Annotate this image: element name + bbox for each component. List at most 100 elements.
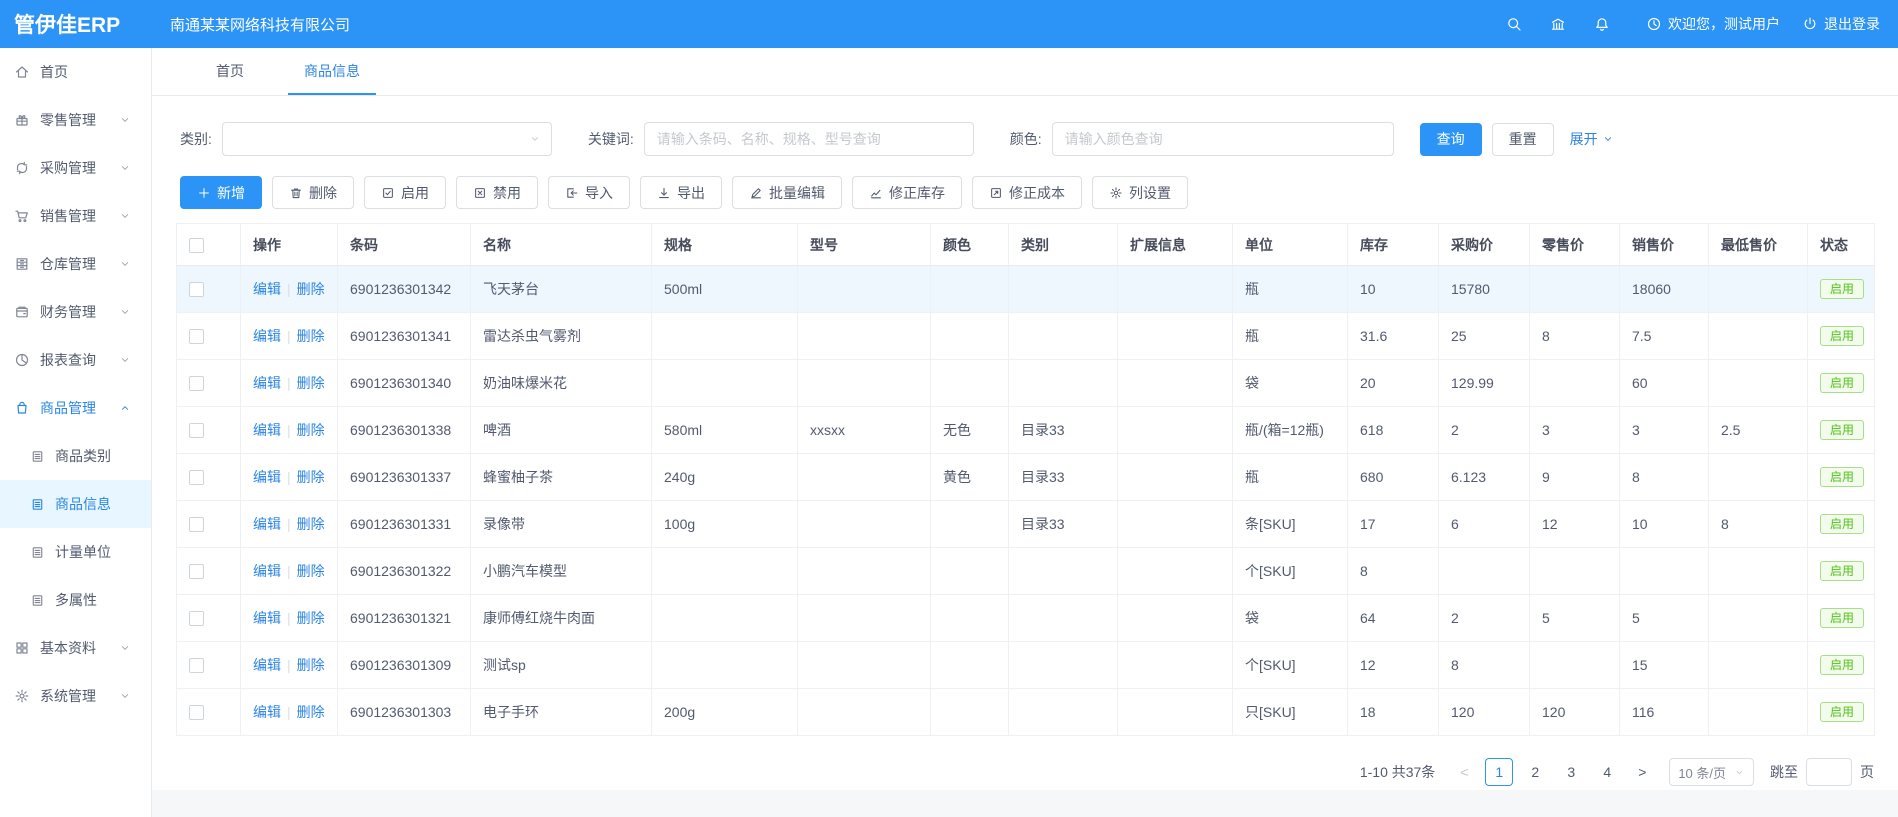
- row-checkbox[interactable]: [189, 470, 204, 485]
- chevron-down-icon: [119, 354, 131, 366]
- notification-bell-icon[interactable]: [1580, 0, 1624, 48]
- edit-link[interactable]: 编辑: [253, 469, 281, 485]
- edit-link[interactable]: 编辑: [253, 422, 281, 438]
- expand-toggle[interactable]: 展开: [1570, 129, 1614, 149]
- platform-icon[interactable]: [1536, 0, 1580, 48]
- chevron-down-icon: [119, 210, 131, 222]
- delete-link[interactable]: 删除: [297, 422, 325, 438]
- sidebar-item-3[interactable]: 销售管理: [0, 192, 151, 240]
- toolbar-button-5[interactable]: 导出: [640, 176, 722, 209]
- sidebar-item-0[interactable]: 首页: [0, 48, 151, 96]
- col-header: 规格: [652, 224, 798, 266]
- delete-link[interactable]: 删除: [297, 469, 325, 485]
- edit-link[interactable]: 编辑: [253, 704, 281, 720]
- delete-link[interactable]: 删除: [297, 657, 325, 673]
- table-row: 编辑|删除6901236301340奶油味爆米花袋20129.9960启用: [177, 360, 1875, 407]
- sidebar-subitem-7-3[interactable]: 多属性: [0, 576, 151, 624]
- page-number-2[interactable]: 2: [1521, 758, 1549, 786]
- row-checkbox[interactable]: [189, 282, 204, 297]
- prev-page-button[interactable]: <: [1451, 758, 1477, 786]
- delete-link[interactable]: 删除: [297, 328, 325, 344]
- edit-link[interactable]: 编辑: [253, 610, 281, 626]
- row-checkbox[interactable]: [189, 705, 204, 720]
- jump-page-input[interactable]: [1806, 758, 1852, 786]
- cell-purchase: 6: [1439, 501, 1530, 548]
- toolbar-button-3[interactable]: 禁用: [456, 176, 538, 209]
- cell-barcode: 6901236301338: [338, 407, 471, 454]
- page-number-4[interactable]: 4: [1593, 758, 1621, 786]
- welcome-user[interactable]: 欢迎您，测试用户: [1646, 14, 1780, 34]
- sidebar-item-1[interactable]: 零售管理: [0, 96, 151, 144]
- sidebar-item-6[interactable]: 报表查询: [0, 336, 151, 384]
- page-size-select[interactable]: 10 条/页: [1669, 758, 1754, 786]
- delete-link[interactable]: 删除: [297, 563, 325, 579]
- category-select[interactable]: [222, 122, 552, 156]
- delete-link[interactable]: 删除: [297, 281, 325, 297]
- edit-link[interactable]: 编辑: [253, 657, 281, 673]
- sidebar-subitem-7-0[interactable]: 商品类别: [0, 432, 151, 480]
- row-checkbox[interactable]: [189, 423, 204, 438]
- sidebar-subitem-7-2[interactable]: 计量单位: [0, 528, 151, 576]
- delete-link[interactable]: 删除: [297, 375, 325, 391]
- cell-purchase: 15780: [1439, 266, 1530, 313]
- chevron-down-icon: [529, 133, 541, 145]
- pagination-total: 1-10 共37条: [1360, 762, 1435, 782]
- cell-spec: 500ml: [652, 266, 798, 313]
- delete-link[interactable]: 删除: [297, 516, 325, 532]
- color-input[interactable]: [1052, 122, 1394, 156]
- search-button[interactable]: 查询: [1420, 123, 1482, 156]
- report-icon: [14, 352, 30, 368]
- cell-model: [798, 360, 931, 407]
- row-checkbox[interactable]: [189, 564, 204, 579]
- search-icon[interactable]: [1492, 0, 1536, 48]
- next-page-button[interactable]: >: [1629, 758, 1655, 786]
- cell-retail: 9: [1530, 454, 1620, 501]
- sidebar-item-8[interactable]: 基本资料: [0, 624, 151, 672]
- edit-link[interactable]: 编辑: [253, 516, 281, 532]
- cell-color: [931, 501, 1009, 548]
- tab-0[interactable]: 首页: [200, 48, 260, 95]
- tab-1[interactable]: 商品信息: [288, 48, 376, 95]
- sidebar-subitem-7-1[interactable]: 商品信息: [0, 480, 151, 528]
- toolbar-button-6[interactable]: 批量编辑: [732, 176, 842, 209]
- add-button[interactable]: 新增: [180, 176, 262, 209]
- sidebar-item-9[interactable]: 系统管理: [0, 672, 151, 720]
- cell-color: [931, 266, 1009, 313]
- page-number-1[interactable]: 1: [1485, 758, 1513, 786]
- keyword-input[interactable]: [644, 122, 974, 156]
- sidebar-item-7[interactable]: 商品管理: [0, 384, 151, 432]
- sidebar-item-2[interactable]: 采购管理: [0, 144, 151, 192]
- cell-retail: [1530, 266, 1620, 313]
- edit-link[interactable]: 编辑: [253, 375, 281, 391]
- edit-link[interactable]: 编辑: [253, 281, 281, 297]
- row-checkbox[interactable]: [189, 611, 204, 626]
- reset-button[interactable]: 重置: [1492, 123, 1554, 156]
- delete-link[interactable]: 删除: [297, 610, 325, 626]
- select-all-header: [177, 224, 241, 266]
- toolbar-button-1[interactable]: 删除: [272, 176, 354, 209]
- edit-link[interactable]: 编辑: [253, 563, 281, 579]
- sidebar-item-label: 商品管理: [40, 398, 96, 418]
- edit-link[interactable]: 编辑: [253, 328, 281, 344]
- columns-icon: [1109, 186, 1123, 200]
- cell-spec: [652, 548, 798, 595]
- sidebar-item-4[interactable]: 仓库管理: [0, 240, 151, 288]
- row-checkbox[interactable]: [189, 658, 204, 673]
- table-row: 编辑|删除6901236301303电子手环200g只[SKU]18120120…: [177, 689, 1875, 736]
- row-checkbox[interactable]: [189, 517, 204, 532]
- toolbar-button-2[interactable]: 启用: [364, 176, 446, 209]
- delete-link[interactable]: 删除: [297, 704, 325, 720]
- row-checkbox[interactable]: [189, 376, 204, 391]
- logout-button[interactable]: 退出登录: [1802, 14, 1880, 34]
- toolbar-button-8[interactable]: 修正成本: [972, 176, 1082, 209]
- select-all-checkbox[interactable]: [189, 238, 204, 253]
- page-number-3[interactable]: 3: [1557, 758, 1585, 786]
- toolbar-button-9[interactable]: 列设置: [1092, 176, 1188, 209]
- sidebar-item-5[interactable]: 财务管理: [0, 288, 151, 336]
- row-checkbox[interactable]: [189, 329, 204, 344]
- sidebar-item-label: 仓库管理: [40, 254, 96, 274]
- sidebar-item-label: 报表查询: [40, 350, 96, 370]
- toolbar-button-7[interactable]: 修正库存: [852, 176, 962, 209]
- cell-purchase: 6.123: [1439, 454, 1530, 501]
- toolbar-button-4[interactable]: 导入: [548, 176, 630, 209]
